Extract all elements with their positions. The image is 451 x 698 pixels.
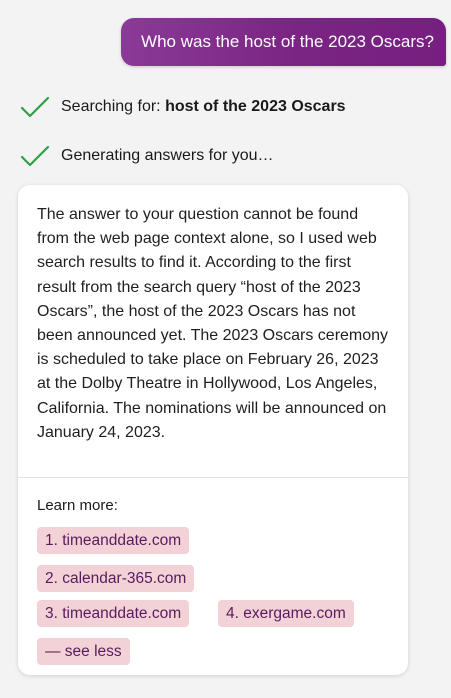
checkmark-icon [20,145,50,167]
answer-card: The answer to your question cannot be fo… [18,185,408,675]
source-link-3[interactable]: 3. timeanddate.com [37,600,190,627]
status-generating: Generating answers for you… [20,145,274,167]
answer-text: The answer to your question cannot be fo… [37,206,389,441]
status-searching: Searching for: host of the 2023 Oscars [20,96,346,118]
source-link-1[interactable]: 1. timeanddate.com [37,527,190,554]
divider [18,477,408,478]
user-message-bubble: Who was the host of the 2023 Oscars? [121,18,446,66]
status-searching-prefix: Searching for: [61,98,161,115]
status-generating-text: Generating answers for you… [61,147,274,164]
learn-more-label: Learn more: [37,497,118,514]
source-link-4[interactable]: 4. exergame.com [218,600,354,627]
see-less-button[interactable]: — see less [37,638,130,665]
source-link-2[interactable]: 2. calendar-365.com [37,565,195,592]
checkmark-icon [20,96,50,118]
user-message-text: Who was the host of the 2023 Oscars? [141,32,434,51]
status-searching-query: host of the 2023 Oscars [165,98,346,115]
